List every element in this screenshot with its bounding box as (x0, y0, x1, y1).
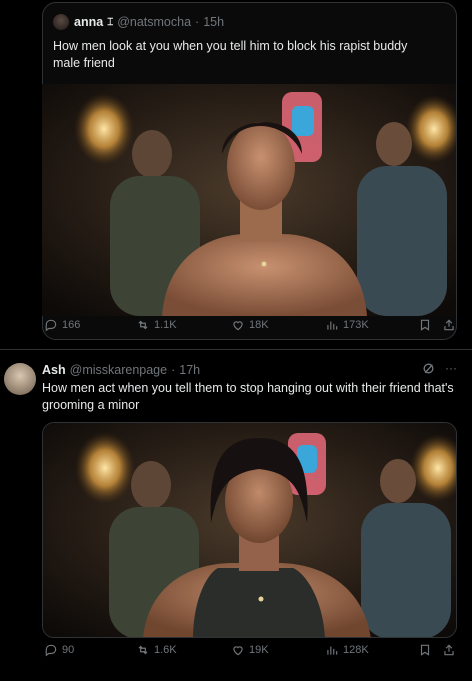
tweet-text: How men act when you tell them to stop h… (42, 381, 454, 412)
like-count: 18K (249, 319, 269, 331)
views-action[interactable]: 128K (325, 643, 369, 657)
heart-icon (233, 646, 243, 656)
heart-icon (233, 321, 243, 331)
author-name[interactable]: Ash (42, 363, 66, 377)
repost-action[interactable]: 1.6K (136, 643, 177, 657)
repost-action[interactable]: 1.1K (136, 318, 177, 332)
repost-icon (138, 320, 148, 330)
share-action[interactable] (442, 643, 456, 657)
screenshot-frame: anna ⌶ @natsmocha · 15h How men look at … (0, 0, 472, 681)
avatar[interactable] (4, 363, 36, 395)
more-options-icon[interactable]: ··· (445, 361, 457, 375)
image-scene (42, 84, 456, 316)
views-icon (327, 321, 338, 330)
bookmark-action[interactable] (418, 643, 432, 657)
share-action[interactable] (442, 318, 456, 332)
tweet-top-actions: ··· (422, 361, 457, 375)
tweet-header: Ash @misskarenpage · 17h (42, 363, 200, 377)
tweet-image[interactable] (42, 422, 457, 638)
grok-icon[interactable] (422, 362, 435, 375)
share-icon (444, 644, 454, 656)
bookmark-icon (420, 644, 430, 656)
author-name[interactable]: anna (74, 15, 103, 29)
timestamp[interactable]: 17h (179, 363, 200, 377)
repost-count: 1.1K (154, 319, 177, 331)
like-count: 19K (249, 644, 269, 656)
separator-dot: · (195, 15, 200, 29)
like-action[interactable]: 19K (231, 643, 269, 657)
reply-action[interactable]: 90 (44, 643, 74, 657)
repost-icon (138, 645, 148, 655)
timestamp[interactable]: 15h (203, 15, 224, 29)
reply-icon (45, 319, 57, 332)
author-handle[interactable]: @misskarenpage (70, 363, 167, 377)
views-icon (327, 646, 338, 655)
tweet-header: anna ⌶ @natsmocha · 15h (74, 15, 224, 29)
reply-icon (45, 644, 57, 657)
tweet-image[interactable] (42, 84, 456, 316)
share-icon (444, 319, 454, 331)
image-scene (43, 423, 456, 637)
tweet-text: How men look at you when you tell him to… (53, 39, 408, 70)
avatar[interactable] (53, 14, 69, 30)
name-emoji: ⌶ (107, 16, 114, 28)
reply-count: 90 (62, 644, 75, 656)
author-handle[interactable]: @natsmocha (117, 15, 191, 29)
bookmark-action[interactable] (418, 318, 432, 332)
reply-count: 166 (62, 319, 81, 331)
views-action[interactable]: 173K (325, 318, 369, 332)
views-count: 173K (343, 319, 369, 331)
reply-action[interactable]: 166 (44, 318, 80, 332)
tweet-divider (0, 349, 472, 350)
separator-dot: · (171, 363, 176, 377)
bookmark-icon (420, 319, 430, 331)
repost-count: 1.6K (154, 644, 177, 656)
like-action[interactable]: 18K (231, 318, 269, 332)
views-count: 128K (343, 644, 369, 656)
